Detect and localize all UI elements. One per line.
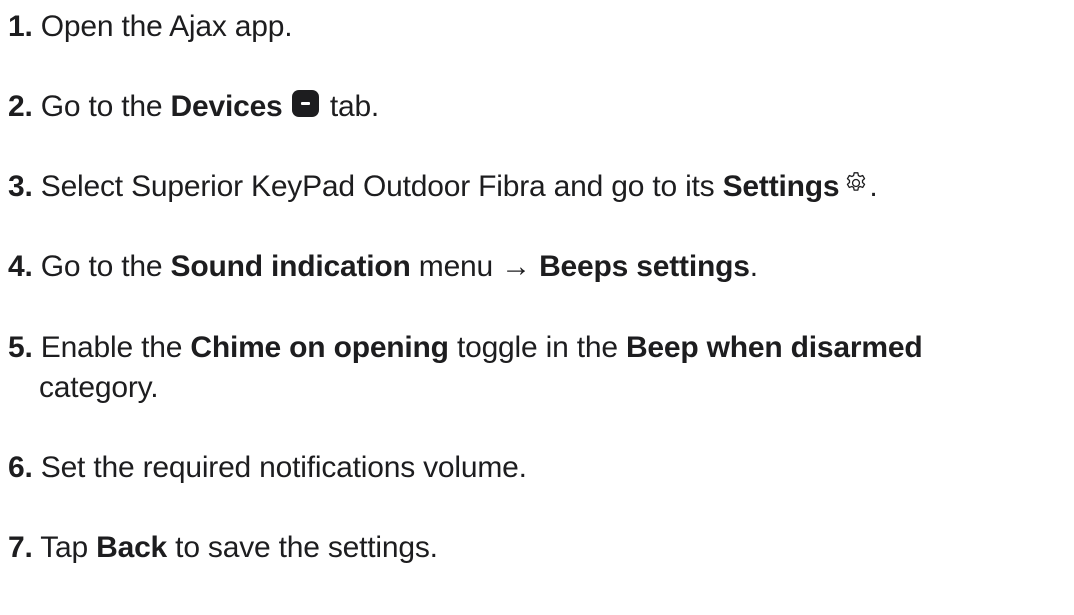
devices-tab-label: Devices — [170, 90, 283, 123]
step-text: . — [869, 170, 878, 203]
step-number: 2. — [8, 90, 33, 123]
step-number: 6. — [8, 451, 33, 484]
step-text: Go to the — [40, 250, 171, 283]
step-text: to save the settings. — [167, 531, 438, 564]
step-text: Set the required notifications volume. — [40, 451, 527, 484]
step-number: 5. — [8, 331, 33, 364]
settings-label: Settings — [722, 170, 840, 203]
step-text: Tap — [40, 531, 97, 564]
step-6: 6. Set the required notifications volume… — [8, 447, 527, 488]
step-text: Open the Ajax app. — [40, 10, 293, 43]
beeps-settings-label: Beeps settings — [539, 250, 750, 283]
sound-indication-label: Sound indication — [170, 250, 411, 283]
step-5: 5. Enable the Chime on opening toggle in… — [8, 327, 923, 368]
step-text: . — [749, 250, 758, 283]
step-number: 3. — [8, 170, 33, 203]
step-number: 1. — [8, 10, 33, 43]
step-4: 4. Go to the Sound indication menu → Bee… — [8, 246, 758, 287]
step-number: 7. — [8, 531, 33, 564]
step-text: Enable the — [40, 331, 191, 364]
gear-icon — [847, 172, 866, 191]
step-text: category. — [39, 371, 159, 404]
step-text: tab. — [321, 90, 380, 123]
step-5-continued: category. — [8, 367, 159, 408]
step-text: menu → — [410, 250, 540, 283]
step-1: 1. Open the Ajax app. — [8, 6, 293, 47]
step-number: 4. — [8, 250, 33, 283]
devices-tab-icon — [291, 90, 319, 117]
chime-on-opening-label: Chime on opening — [190, 331, 449, 364]
step-2: 2. Go to the Devices tab. — [8, 86, 379, 127]
step-7: 7. Tap Back to save the settings. — [8, 527, 438, 568]
back-label: Back — [96, 531, 168, 564]
step-3: 3. Select Superior KeyPad Outdoor Fibra … — [8, 166, 878, 207]
step-text: toggle in the — [448, 331, 626, 364]
beep-when-disarmed-label: Beep when disarmed — [625, 331, 923, 364]
step-text: Select Superior KeyPad Outdoor Fibra and… — [40, 170, 723, 203]
step-text: Go to the — [40, 90, 171, 123]
